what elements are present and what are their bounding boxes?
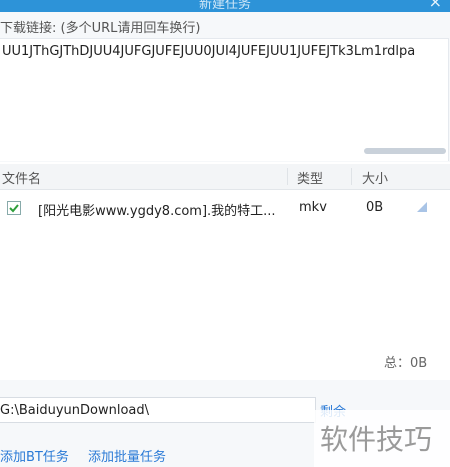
total-size: 总：0B xyxy=(384,356,428,371)
checkmark-icon xyxy=(9,204,19,213)
close-icon[interactable]: × xyxy=(429,0,442,11)
save-path-input[interactable]: G:\BaiduyunDownload\ xyxy=(0,397,316,423)
file-name: [阳光电影www.ygdy8.com].我的特工... xyxy=(38,204,276,219)
column-header-size[interactable]: 大小 xyxy=(362,168,388,187)
title-bar: 新建任务 × xyxy=(0,0,450,12)
watermark-text: 软件技巧 xyxy=(320,423,433,456)
column-divider xyxy=(287,168,288,185)
window-title: 新建任务 xyxy=(198,0,251,12)
url-textarea[interactable]: UU1JThGJThDJUU4JUFGJUFEJUU0JUI4JUFEJUU1J… xyxy=(0,38,449,161)
file-type: mkv xyxy=(299,200,327,215)
table-header: 文件名 类型 大小 xyxy=(0,164,450,190)
table-row[interactable]: [阳光电影www.ygdy8.com].我的特工... mkv 0B xyxy=(0,196,450,220)
dropdown-triangle-icon[interactable] xyxy=(415,202,427,212)
horizontal-scrollbar-thumb[interactable] xyxy=(364,148,446,154)
column-divider xyxy=(351,168,352,185)
column-header-type[interactable]: 类型 xyxy=(297,168,323,187)
file-checkbox[interactable] xyxy=(7,201,21,215)
column-header-name[interactable]: 文件名 xyxy=(2,168,41,187)
file-size: 0B xyxy=(366,200,384,215)
url-label: 下载链接: (多个URL请用回车换行) xyxy=(0,21,201,36)
add-batch-task-link[interactable]: 添加批量任务 xyxy=(88,446,166,465)
url-text: UU1JThGJThDJUU4JUFGJUFEJUU0JUI4JUFEJUU1J… xyxy=(2,44,416,59)
watermark: 软件技巧 xyxy=(314,410,450,467)
add-bt-task-link[interactable]: 添加BT任务 xyxy=(0,446,69,465)
